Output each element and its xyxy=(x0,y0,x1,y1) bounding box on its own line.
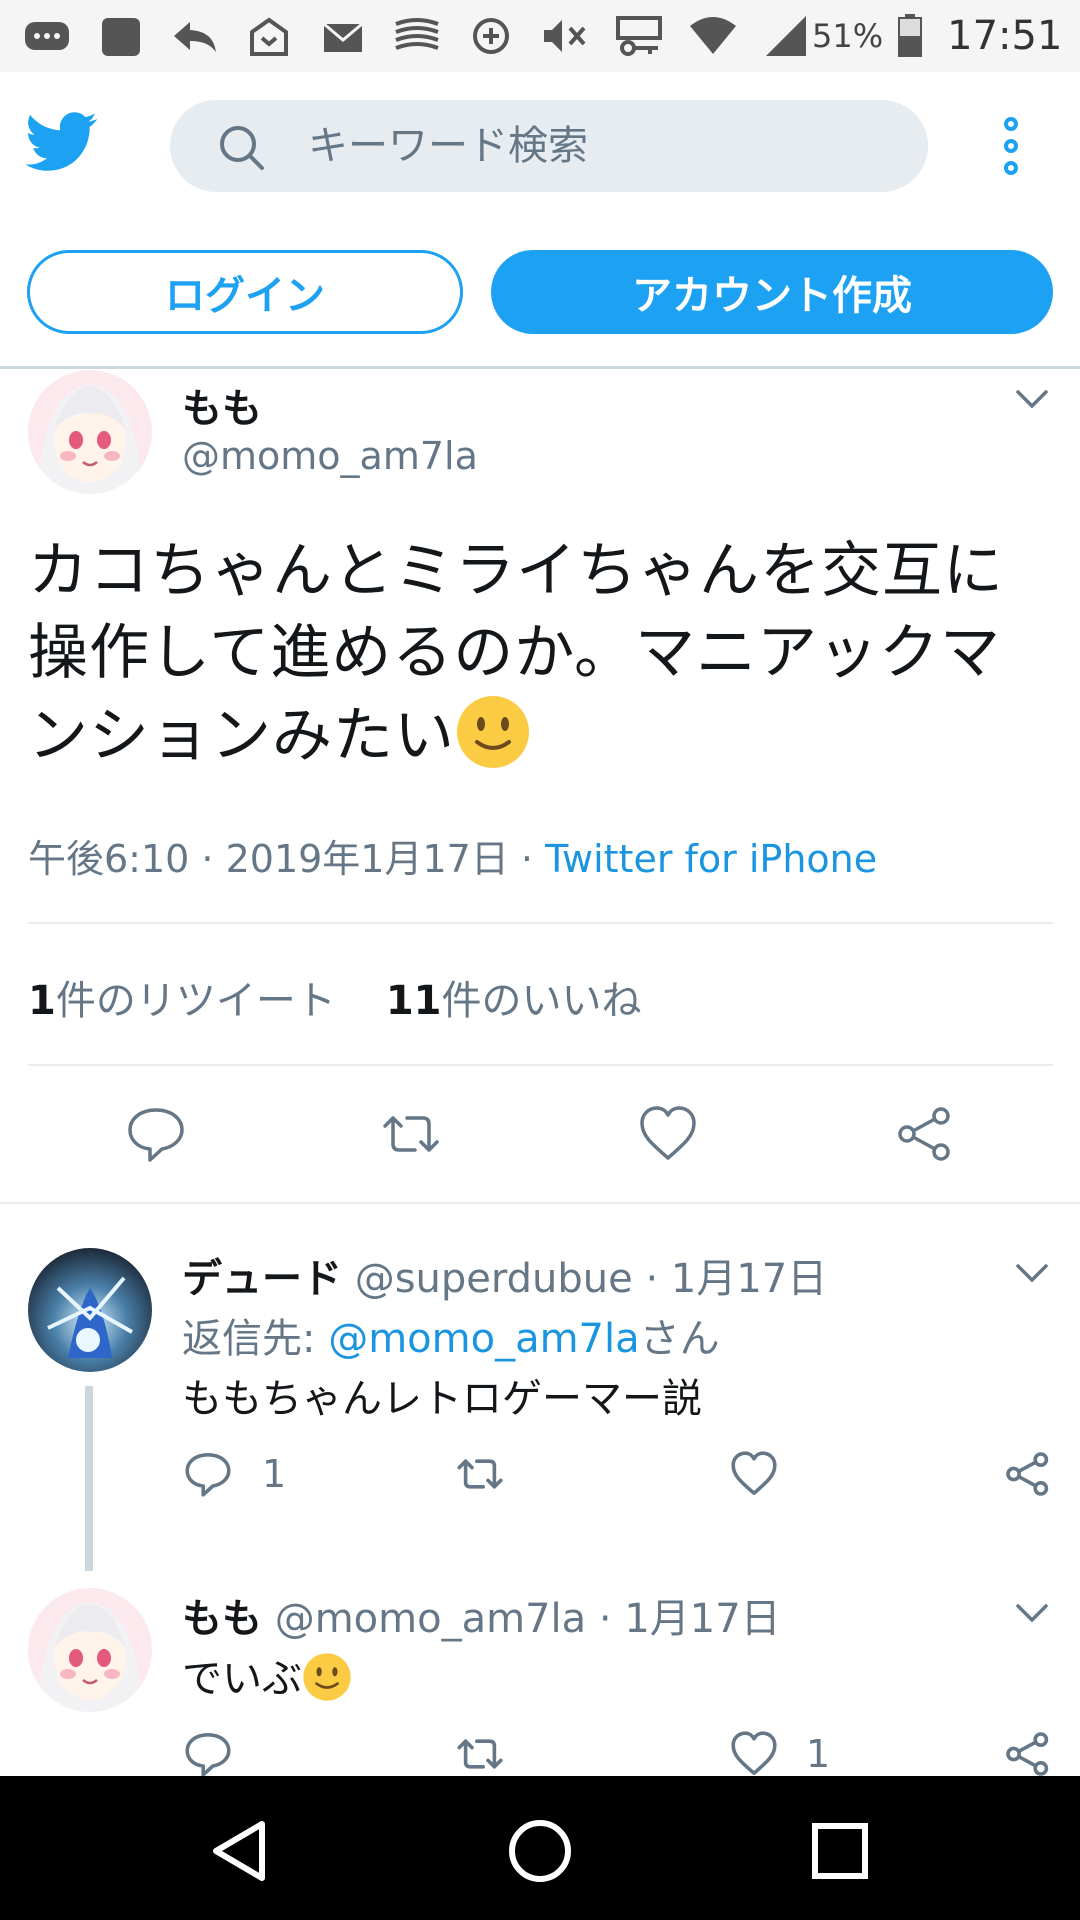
reply-icon[interactable] xyxy=(126,1104,186,1164)
mute-icon xyxy=(544,20,586,52)
reply-text: ももちゃんレトロゲーマー説 xyxy=(182,1376,702,1422)
avatar[interactable] xyxy=(28,370,152,494)
like-icon[interactable] xyxy=(730,1730,778,1778)
reply-text: でいぶ xyxy=(182,1646,352,1704)
tweet-author-handle[interactable]: @momo_am7la xyxy=(182,434,478,478)
chevron-down-icon[interactable] xyxy=(1015,388,1049,410)
wifi-icon xyxy=(690,17,736,54)
slightly-smiling-face-icon xyxy=(303,1653,351,1701)
slightly-smiling-face-icon xyxy=(457,696,529,768)
mail-icon xyxy=(323,22,363,52)
meta-separator: · xyxy=(508,837,546,881)
search-box[interactable] xyxy=(170,100,928,192)
status-time: 17:51 xyxy=(947,13,1063,59)
reply-to-mention[interactable]: @momo_am7la xyxy=(328,1316,639,1362)
like-count: 11 xyxy=(385,978,442,1024)
avatar[interactable] xyxy=(28,1248,152,1372)
home-icon[interactable] xyxy=(505,1816,575,1886)
reply-author-name[interactable]: もも xyxy=(182,1596,262,1642)
tweet-date: 2019年1月17日 xyxy=(225,837,509,881)
tweet-source-link[interactable]: Twitter for iPhone xyxy=(545,837,877,881)
tweet-stats: 1件のリツイート 11件のいいね xyxy=(28,968,642,1026)
status-bar: 51% 17:51 xyxy=(0,0,1080,72)
signup-button[interactable]: アカウント作成 xyxy=(491,250,1053,334)
retweet-count: 1 xyxy=(28,978,56,1024)
reply-to-prefix: 返信先: xyxy=(182,1316,329,1362)
search-input[interactable] xyxy=(308,100,908,192)
reply-date[interactable]: 1月17日 xyxy=(671,1256,827,1302)
share-icon[interactable] xyxy=(1004,1450,1052,1498)
android-nav-bar xyxy=(0,1776,1080,1920)
retweet-stat[interactable]: 1件のリツイート xyxy=(28,978,336,1024)
reply-author-handle[interactable]: @momo_am7la xyxy=(275,1596,586,1642)
reply-date[interactable]: 1月17日 xyxy=(624,1596,780,1642)
divider xyxy=(0,1202,1080,1204)
reply-author-name[interactable]: デュード xyxy=(182,1256,342,1302)
app-header xyxy=(0,72,1080,220)
retweet-icon[interactable] xyxy=(456,1450,504,1498)
reply-author-handle[interactable]: @superdubue xyxy=(355,1256,633,1302)
back-icon[interactable] xyxy=(206,1816,276,1886)
reply-separator: · xyxy=(586,1596,625,1642)
avatar[interactable] xyxy=(28,1588,152,1712)
like-icon[interactable] xyxy=(638,1104,698,1164)
auth-buttons: ログイン アカウント作成 xyxy=(0,250,1080,334)
reply-arrow-icon xyxy=(174,22,216,52)
tweet-author-name[interactable]: もも xyxy=(182,376,262,434)
signal-icon xyxy=(766,16,806,56)
chevron-down-icon[interactable] xyxy=(1015,1602,1049,1624)
retweet-icon[interactable] xyxy=(456,1730,504,1778)
layers-icon xyxy=(395,18,439,50)
tweet-text: カコちゃんとミライちゃんを交互に操作して進めるのか。マニアックマンションみたい xyxy=(28,530,1058,777)
thread-line xyxy=(85,1386,93,1571)
login-button[interactable]: ログイン xyxy=(27,250,463,334)
recents-icon[interactable] xyxy=(805,1816,875,1886)
like-icon[interactable] xyxy=(730,1450,778,1498)
reply-to: 返信先: @momo_am7laさん xyxy=(182,1306,720,1364)
reply-header: デュード @superdubue · 1月17日 xyxy=(182,1246,827,1304)
app-icon xyxy=(102,18,140,56)
message-icon xyxy=(25,22,69,50)
meta-separator: · xyxy=(189,837,226,881)
reply-icon[interactable] xyxy=(184,1730,232,1778)
like-count: 1 xyxy=(806,1732,831,1776)
chevron-down-icon[interactable] xyxy=(1015,1262,1049,1284)
share-icon[interactable] xyxy=(895,1104,955,1164)
reply-to-suffix: さん xyxy=(639,1316,720,1362)
header-divider xyxy=(0,366,1080,369)
retweet-stat-label: 件のリツイート xyxy=(55,978,336,1024)
vpn-key-icon xyxy=(616,16,662,56)
reply-text-body: でいぶ xyxy=(182,1656,302,1702)
divider xyxy=(28,922,1053,924)
divider xyxy=(28,1064,1053,1066)
like-stat-label: 件のいいね xyxy=(441,978,642,1024)
twitter-bird-icon[interactable] xyxy=(26,112,98,172)
tweet-time: 午後6:10 xyxy=(28,837,190,881)
search-icon xyxy=(220,126,264,170)
retweet-icon[interactable] xyxy=(381,1104,441,1164)
download-icon xyxy=(250,17,288,56)
data-saver-icon xyxy=(473,18,509,54)
battery-icon xyxy=(898,14,923,57)
reply-header: もも @momo_am7la · 1月17日 xyxy=(182,1586,781,1644)
reply-icon[interactable] xyxy=(184,1450,232,1498)
reply-count: 1 xyxy=(262,1452,287,1496)
tweet-meta: 午後6:10 · 2019年1月17日 · Twitter for iPhone xyxy=(28,828,877,883)
share-icon[interactable] xyxy=(1004,1730,1052,1778)
more-vertical-icon[interactable] xyxy=(996,116,1026,176)
battery-percent: 51% xyxy=(812,17,884,55)
reply-separator: · xyxy=(632,1256,671,1302)
like-stat[interactable]: 11件のいいね xyxy=(386,978,642,1024)
